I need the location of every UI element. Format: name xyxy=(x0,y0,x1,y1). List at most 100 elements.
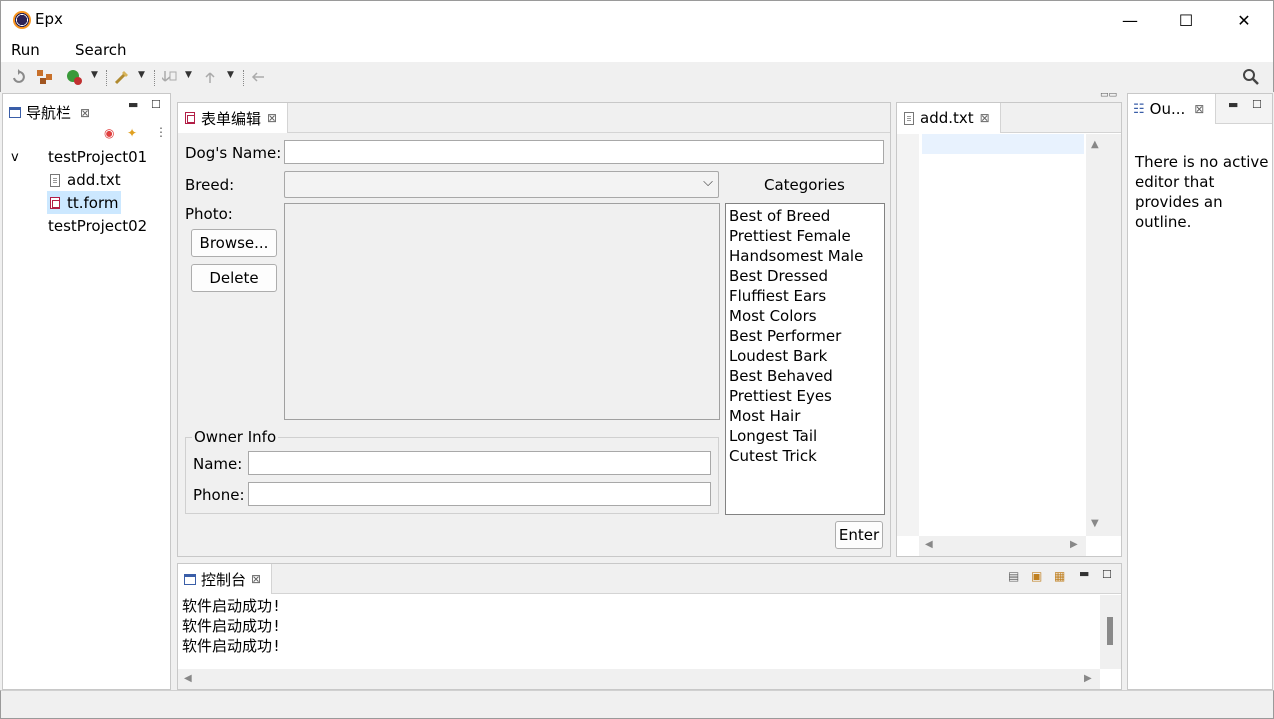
navigator-panel: 导航栏 ⊠ ▬ ☐ ◉ ✦ ⋮ v testProject01 add.txt … xyxy=(2,93,171,690)
list-item[interactable]: Fluffiest Ears xyxy=(726,286,884,306)
categories-label: Categories xyxy=(764,176,845,194)
list-item[interactable]: Best Behaved xyxy=(726,366,884,386)
delete-button[interactable]: Delete xyxy=(191,264,277,292)
text-editor-tab-label: add.txt xyxy=(920,109,974,127)
menu-bar: Run Search xyxy=(0,38,1274,62)
scroll-up-icon[interactable]: ▲ xyxy=(1091,139,1099,150)
tree-item-label: add.txt xyxy=(67,171,121,189)
photo-canvas[interactable] xyxy=(284,203,720,420)
tree-item-testproject01[interactable]: testProject01 xyxy=(48,148,147,166)
prev-annotation-icon[interactable] xyxy=(203,68,221,86)
console-line: 软件启动成功! xyxy=(182,637,282,655)
clear-console-icon[interactable]: ▤ xyxy=(1008,569,1019,583)
tab-navigator[interactable]: 导航栏 ⊠ xyxy=(9,102,90,123)
console-view-icon xyxy=(184,573,196,585)
maximize-icon[interactable]: ☐ xyxy=(1252,98,1262,111)
form-file-icon xyxy=(50,196,60,209)
minimize-icon[interactable]: ▬ xyxy=(1228,98,1238,111)
menu-run[interactable]: Run xyxy=(11,41,40,59)
scroll-lock-icon[interactable]: ▣ xyxy=(1031,569,1042,583)
chevron-down-icon: ⌵ xyxy=(703,175,713,190)
list-item[interactable]: Cutest Trick xyxy=(726,446,884,466)
link-editor-icon[interactable]: ◉ xyxy=(104,126,114,140)
scroll-left-icon[interactable]: ◀ xyxy=(925,539,933,550)
next-annotation-dropdown-icon[interactable]: ▼ xyxy=(185,70,192,80)
categories-list[interactable]: Best of Breed Prettiest Female Handsomest … xyxy=(725,203,885,515)
breed-select[interactable]: ⌵ xyxy=(284,171,719,198)
tree-item-label: tt.form xyxy=(67,193,119,212)
word-wrap-icon[interactable]: ▦ xyxy=(1054,569,1065,583)
minimize-icon[interactable]: ▬ xyxy=(128,98,138,111)
window-maximize-button[interactable]: ☐ xyxy=(1157,1,1215,39)
dogs-name-input[interactable] xyxy=(284,140,884,164)
scrollbar-thumb[interactable] xyxy=(1107,617,1113,645)
brush-icon[interactable] xyxy=(113,68,131,86)
list-item[interactable]: Best of Breed xyxy=(726,206,884,226)
window-close-button[interactable]: ✕ xyxy=(1215,1,1273,39)
outline-icon: ☷ xyxy=(1133,101,1145,117)
enter-button[interactable]: Enter xyxy=(835,521,883,549)
search-icon[interactable] xyxy=(1242,68,1260,86)
text-editor-tab-header: add.txt ⊠ xyxy=(897,103,1121,133)
editor-ruler xyxy=(897,134,919,536)
owner-name-input[interactable] xyxy=(248,451,711,475)
tree-item-tt-form[interactable]: tt.form xyxy=(47,191,121,214)
tab-add-txt[interactable]: add.txt ⊠ xyxy=(897,103,1001,133)
view-menu-icon[interactable]: ⋮ xyxy=(155,125,167,139)
minimize-icon[interactable]: ▬ xyxy=(1079,567,1089,580)
hierarchy-icon[interactable] xyxy=(36,68,54,86)
toolbar-separator xyxy=(243,70,244,86)
close-icon[interactable]: ⊠ xyxy=(267,111,277,125)
run-dropdown-icon[interactable]: ▼ xyxy=(91,70,98,80)
list-item[interactable]: Handsomest Male xyxy=(726,246,884,266)
tab-console[interactable]: 控制台 ⊠ xyxy=(178,564,272,594)
console-vertical-scrollbar[interactable] xyxy=(1100,595,1121,669)
browse-button[interactable]: Browse... xyxy=(191,229,277,257)
close-icon[interactable]: ⊠ xyxy=(1194,102,1204,116)
outline-empty-message: There is no active editor that provides … xyxy=(1135,153,1269,231)
close-icon[interactable]: ⊠ xyxy=(80,106,90,120)
list-item[interactable]: Most Hair xyxy=(726,406,884,426)
window-title: Epx xyxy=(35,10,63,28)
scroll-right-icon[interactable]: ▶ xyxy=(1084,673,1092,684)
console-horizontal-scrollbar[interactable] xyxy=(178,669,1100,689)
list-item[interactable]: Most Colors xyxy=(726,306,884,326)
run-debug-icon[interactable] xyxy=(65,68,83,86)
collapse-icon[interactable]: ✦ xyxy=(127,126,137,140)
list-item[interactable]: Best Dressed xyxy=(726,266,884,286)
list-item[interactable]: Prettiest Eyes xyxy=(726,386,884,406)
owner-phone-input[interactable] xyxy=(248,482,711,506)
next-annotation-icon[interactable] xyxy=(161,68,179,86)
scroll-left-icon[interactable]: ◀ xyxy=(184,673,192,684)
close-icon[interactable]: ⊠ xyxy=(251,572,261,586)
list-item[interactable]: Loudest Bark xyxy=(726,346,884,366)
back-icon[interactable] xyxy=(249,68,267,86)
maximize-icon[interactable]: ☐ xyxy=(1102,568,1112,581)
toolbar-separator xyxy=(154,70,155,86)
close-icon[interactable]: ⊠ xyxy=(980,111,990,125)
tree-item-testproject02[interactable]: testProject02 xyxy=(48,217,147,235)
scroll-right-icon[interactable]: ▶ xyxy=(1070,539,1078,550)
editor-vertical-scrollbar[interactable] xyxy=(1086,134,1121,536)
owner-phone-label: Phone: xyxy=(193,486,245,504)
brush-dropdown-icon[interactable]: ▼ xyxy=(138,70,145,80)
tab-outline[interactable]: ☷ Ou... ⊠ xyxy=(1128,94,1216,124)
outline-tab-header: ☷ Ou... ⊠ ▬ ☐ xyxy=(1128,94,1272,124)
editor-horizontal-scrollbar[interactable] xyxy=(919,536,1086,556)
scroll-down-icon[interactable]: ▼ xyxy=(1091,518,1099,529)
expand-toggle-icon[interactable]: v xyxy=(11,150,19,165)
console-line: 软件启动成功! xyxy=(182,617,282,635)
console-tab-header: 控制台 ⊠ ▤ ▣ ▦ ▬ ☐ xyxy=(178,564,1121,594)
current-line-highlight[interactable] xyxy=(922,134,1084,154)
window-minimize-button[interactable]: — xyxy=(1101,1,1159,39)
refresh-icon[interactable] xyxy=(9,68,27,86)
list-item[interactable]: Prettiest Female xyxy=(726,226,884,246)
list-item[interactable]: Longest Tail xyxy=(726,426,884,446)
prev-annotation-dropdown-icon[interactable]: ▼ xyxy=(227,70,234,80)
restore-editor-icon[interactable]: ▭▭ xyxy=(1100,90,1117,100)
menu-search[interactable]: Search xyxy=(75,41,127,59)
tree-item-add-txt[interactable]: add.txt xyxy=(50,171,121,189)
maximize-icon[interactable]: ☐ xyxy=(151,98,161,111)
tab-form-editor[interactable]: 表单编辑 ⊠ xyxy=(178,103,288,133)
list-item[interactable]: Best Performer xyxy=(726,326,884,346)
